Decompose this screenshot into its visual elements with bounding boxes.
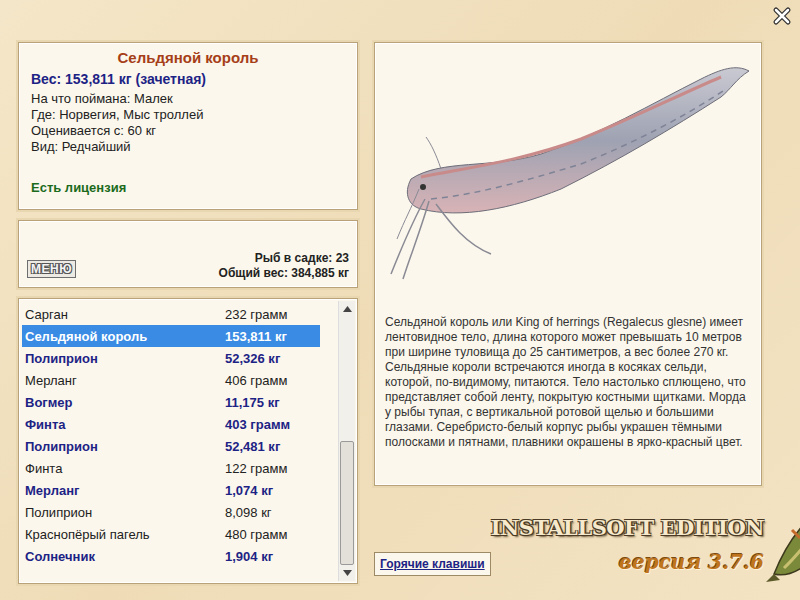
detail-line: Где: Норвегия, Мыс троллей — [31, 107, 345, 123]
picture-panel: Сельдяной король или King of herrings (R… — [374, 42, 762, 486]
left-column: Сельдяной король Вес: 153,811 кг (зачетна… — [18, 42, 358, 600]
fish-weight-cell: 1,074 кг — [225, 483, 273, 498]
close-icon — [772, 6, 792, 26]
fish-name: Вогмер — [25, 395, 225, 410]
scroll-track[interactable] — [339, 317, 355, 565]
fish-count: Рыб в садке: 23 — [219, 251, 349, 266]
fish-title: Сельдяной король — [31, 49, 345, 67]
cage-counts: Рыб в садке: 23Общий вес: 384,885 кг — [219, 251, 349, 281]
fish-row[interactable]: Сарган232 грамм — [22, 303, 320, 325]
scrollbar[interactable] — [338, 301, 355, 581]
menu-button[interactable]: МЕНЮ — [27, 260, 76, 278]
fish-weight-cell: 232 грамм — [225, 307, 287, 322]
fish-name: Мерланг — [25, 373, 225, 388]
total-weight: Общий вес: 384,885 кг — [219, 266, 349, 281]
fish-row[interactable]: Полиприон52,481 кг — [22, 435, 320, 457]
fish-weight-cell: 52,481 кг — [225, 439, 280, 454]
fish-row[interactable]: Полиприон8,098 кг — [22, 501, 320, 523]
detail-line: Оценивается с: 60 кг — [31, 123, 345, 139]
fish-weight-cell: 52,326 кг — [225, 351, 280, 366]
fish-name: Финта — [25, 461, 225, 476]
fish-weight: Вес: 153,811 кг (зачетная) — [31, 71, 345, 87]
cage-panel: МЕНЮ Рыб в садке: 23Общий вес: 384,885 кг — [18, 220, 358, 288]
scroll-up-button[interactable] — [339, 301, 355, 317]
fish-name: Полиприон — [25, 351, 225, 366]
fish-weight-cell: 1,904 кг — [225, 549, 273, 564]
list-rows: Сарган232 граммСельдяной король153,811 к… — [22, 301, 338, 581]
fish-row[interactable]: Солнечник1,904 кг — [22, 545, 320, 567]
fish-name: Солнечник — [25, 549, 225, 564]
fish-weight-cell: 153,811 кг — [225, 329, 287, 344]
fish-window: Сельдяной король Вес: 153,811 кг (зачетна… — [0, 0, 800, 600]
fish-name: Полиприон — [25, 505, 225, 520]
pike-icon — [764, 494, 800, 586]
fish-name: Сарган — [25, 307, 225, 322]
fish-details: На что поймана: МалекГде: Норвегия, Мыс … — [31, 91, 345, 155]
fish-weight-cell: 403 грамм — [225, 417, 290, 432]
fish-name: Сельдяной король — [25, 329, 225, 344]
down-arrow-icon — [343, 570, 352, 576]
fish-row[interactable]: Мерланг406 грамм — [22, 369, 320, 391]
catch-list: Сарган232 граммСельдяной король153,811 к… — [18, 298, 358, 584]
fish-info-panel: Сельдяной король Вес: 153,811 кг (зачетна… — [18, 42, 358, 210]
fish-row[interactable]: Полиприон52,326 кг — [22, 347, 320, 369]
fish-weight-cell: 8,098 кг — [225, 505, 272, 520]
version-label: версия 3.7.6 — [619, 550, 764, 574]
scroll-thumb[interactable] — [340, 441, 354, 565]
fish-name: Краснопёрый пагель — [25, 527, 225, 542]
detail-line: На что поймана: Малек — [31, 91, 345, 107]
logo-title: INSTALLSOFT EDITION — [491, 515, 764, 540]
bottom-bar: Горячие клавишиINSTALLSOFT EDITION версия… — [374, 492, 794, 592]
fish-row[interactable]: Финта403 грамм — [22, 413, 320, 435]
game-logo: INSTALLSOFT EDITION версия 3.7.6 — [491, 515, 764, 592]
fish-name: Полиприон — [25, 439, 225, 454]
fish-row[interactable]: Вогмер11,175 кг — [22, 391, 320, 413]
fish-name: Финта — [25, 417, 225, 432]
right-column: Сельдяной король или King of herrings (R… — [374, 42, 762, 600]
fish-name: Мерланг — [25, 483, 225, 498]
fish-weight-cell: 11,175 кг — [225, 395, 280, 410]
fish-row[interactable]: Сельдяной король153,811 кг — [22, 325, 320, 347]
fish-weight-cell: 122 грамм — [225, 461, 287, 476]
close-button[interactable] — [772, 6, 792, 26]
hotkeys-button[interactable]: Горячие клавиши — [374, 552, 491, 576]
license-status: Есть лицензия — [31, 180, 345, 195]
fish-weight-cell: 406 грамм — [225, 373, 287, 388]
fish-description: Сельдяной король или King of herrings (R… — [381, 311, 755, 450]
king-of-herrings-picture — [381, 49, 755, 311]
fish-picture — [381, 49, 755, 311]
fish-row[interactable]: Финта122 грамм — [22, 457, 320, 479]
up-arrow-icon — [343, 306, 352, 312]
fish-weight-cell: 480 грамм — [225, 527, 287, 542]
scroll-down-button[interactable] — [339, 565, 355, 581]
fish-row[interactable]: Мерланг1,074 кг — [22, 479, 320, 501]
detail-line: Вид: Редчайший — [31, 139, 345, 155]
fish-row[interactable]: Краснопёрый пагель480 грамм — [22, 523, 320, 545]
